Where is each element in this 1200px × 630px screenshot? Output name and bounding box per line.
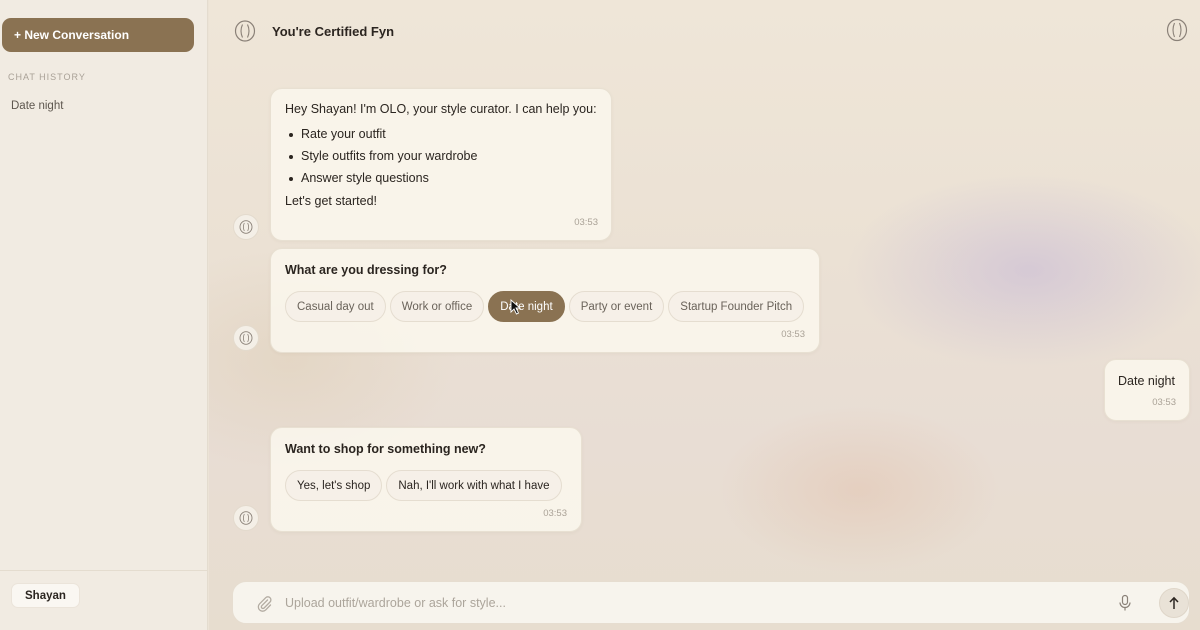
message-intro: Hey Shayan! I'm OLO, your style curator.… bbox=[285, 102, 597, 116]
user-profile-button[interactable]: Shayan bbox=[11, 583, 80, 608]
option-chip-no-shop[interactable]: Nah, I'll work with what I have bbox=[386, 470, 562, 501]
sidebar-divider bbox=[0, 570, 208, 571]
option-chips: Casual day out Work or office Date night… bbox=[285, 291, 805, 322]
new-conversation-button[interactable]: + New Conversation bbox=[2, 18, 194, 52]
option-chip-casual-day-out[interactable]: Casual day out bbox=[285, 291, 386, 322]
page-title: You're Certified Fyn bbox=[272, 24, 395, 39]
user-message-text: Date night bbox=[1118, 374, 1175, 388]
assistant-question-message: Want to shop for something new? Yes, let… bbox=[270, 427, 582, 532]
message-timestamp: 03:53 bbox=[1152, 397, 1176, 408]
chat-history-item[interactable]: Date night bbox=[11, 100, 63, 112]
message-timestamp: 03:53 bbox=[574, 217, 598, 228]
assistant-avatar bbox=[233, 214, 259, 240]
feature-list: Rate your outfit Style outfits from your… bbox=[286, 127, 477, 193]
assistant-message: Hey Shayan! I'm OLO, your style curator.… bbox=[270, 88, 612, 241]
question-text: What are you dressing for? bbox=[285, 263, 447, 277]
olo-logo-icon[interactable] bbox=[234, 20, 256, 42]
message-outro: Let's get started! bbox=[285, 194, 378, 208]
option-chip-yes-shop[interactable]: Yes, let's shop bbox=[285, 470, 383, 501]
option-chips: Yes, let's shop Nah, I'll work with what… bbox=[285, 470, 562, 501]
paperclip-icon[interactable] bbox=[255, 594, 273, 612]
assistant-question-message: What are you dressing for? Casual day ou… bbox=[270, 248, 820, 353]
microphone-icon[interactable] bbox=[1117, 594, 1133, 612]
olo-logo-icon bbox=[239, 220, 253, 234]
option-chip-startup-founder-pitch[interactable]: Startup Founder Pitch bbox=[668, 291, 805, 322]
olo-logo-icon bbox=[239, 511, 253, 525]
message-timestamp: 03:53 bbox=[543, 508, 567, 519]
arrow-up-icon bbox=[1169, 596, 1179, 609]
option-chip-date-night[interactable]: Date night bbox=[488, 291, 565, 322]
option-chip-work-or-office[interactable]: Work or office bbox=[389, 291, 485, 322]
olo-logo-icon bbox=[239, 331, 253, 345]
mouse-cursor-icon bbox=[510, 299, 522, 315]
olo-logo-icon[interactable] bbox=[1166, 18, 1188, 42]
message-timestamp: 03:53 bbox=[781, 329, 805, 340]
chat-history-heading: CHAT HISTORY bbox=[8, 72, 86, 82]
question-text: Want to shop for something new? bbox=[285, 442, 486, 456]
list-item: Answer style questions bbox=[286, 171, 477, 185]
list-item: Rate your outfit bbox=[286, 127, 477, 141]
option-chip-party-or-event[interactable]: Party or event bbox=[568, 291, 665, 322]
message-composer bbox=[232, 581, 1190, 624]
assistant-avatar bbox=[233, 505, 259, 531]
send-button[interactable] bbox=[1159, 588, 1189, 618]
chat-main: You're Certified Fyn Hey Shayan! I'm OLO… bbox=[209, 0, 1200, 630]
user-message: Date night 03:53 bbox=[1104, 359, 1190, 421]
sidebar: + New Conversation CHAT HISTORY Date nig… bbox=[0, 0, 208, 630]
chat-input[interactable] bbox=[285, 590, 1085, 616]
assistant-avatar bbox=[233, 325, 259, 351]
list-item: Style outfits from your wardrobe bbox=[286, 149, 477, 163]
